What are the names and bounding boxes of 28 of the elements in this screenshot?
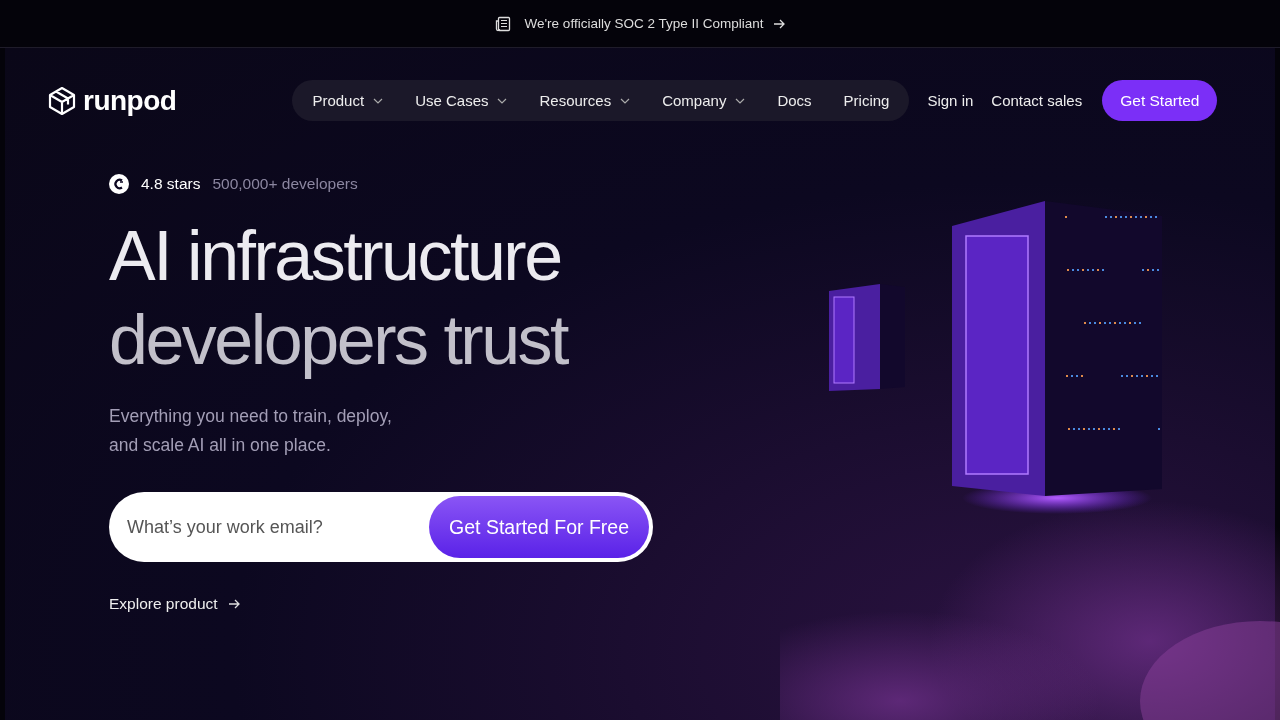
- email-field[interactable]: What’s your work email?: [125, 515, 419, 539]
- newspaper-icon: [494, 15, 511, 32]
- chevron-down-icon: [620, 97, 631, 104]
- nav-link[interactable]: Product: [296, 92, 400, 109]
- nav-link[interactable]: Use Cases: [399, 92, 524, 109]
- subtitle-line: Everything you need to train, deploy,: [109, 405, 392, 428]
- logo-wordmark[interactable]: runpod: [83, 84, 177, 117]
- rating-text: 4.8 stars: [141, 175, 201, 193]
- nav-link[interactable]: Pricing: [827, 92, 906, 109]
- chevron-down-icon: [373, 97, 384, 104]
- nav-link[interactable]: Resources: [523, 92, 647, 109]
- headline-line: AI infrastructure: [109, 216, 562, 297]
- explore-product-link[interactable]: Explore product: [109, 595, 240, 613]
- arrow-right-icon: [773, 17, 786, 30]
- get-started-button[interactable]: Get Started: [1102, 80, 1218, 121]
- chevron-down-icon: [497, 97, 508, 104]
- nav-link[interactable]: Docs: [761, 92, 828, 109]
- announcement-link[interactable]: We're officially SOC 2 Type II Compliant: [524, 16, 764, 31]
- cube-logo-icon: [48, 85, 76, 116]
- developer-count: 500,000+ developers: [212, 175, 358, 193]
- subtitle-line: and scale AI all in one place.: [109, 434, 332, 457]
- header-link[interactable]: Contact sales: [991, 92, 1083, 109]
- nav-link[interactable]: Company: [646, 92, 762, 109]
- headline-line: developers trust: [109, 300, 568, 381]
- get-started-free-button[interactable]: Get Started For Free: [429, 496, 649, 558]
- arrow-right-icon: [227, 598, 240, 610]
- header-link[interactable]: Sign in: [927, 92, 974, 109]
- chevron-down-icon: [735, 97, 746, 104]
